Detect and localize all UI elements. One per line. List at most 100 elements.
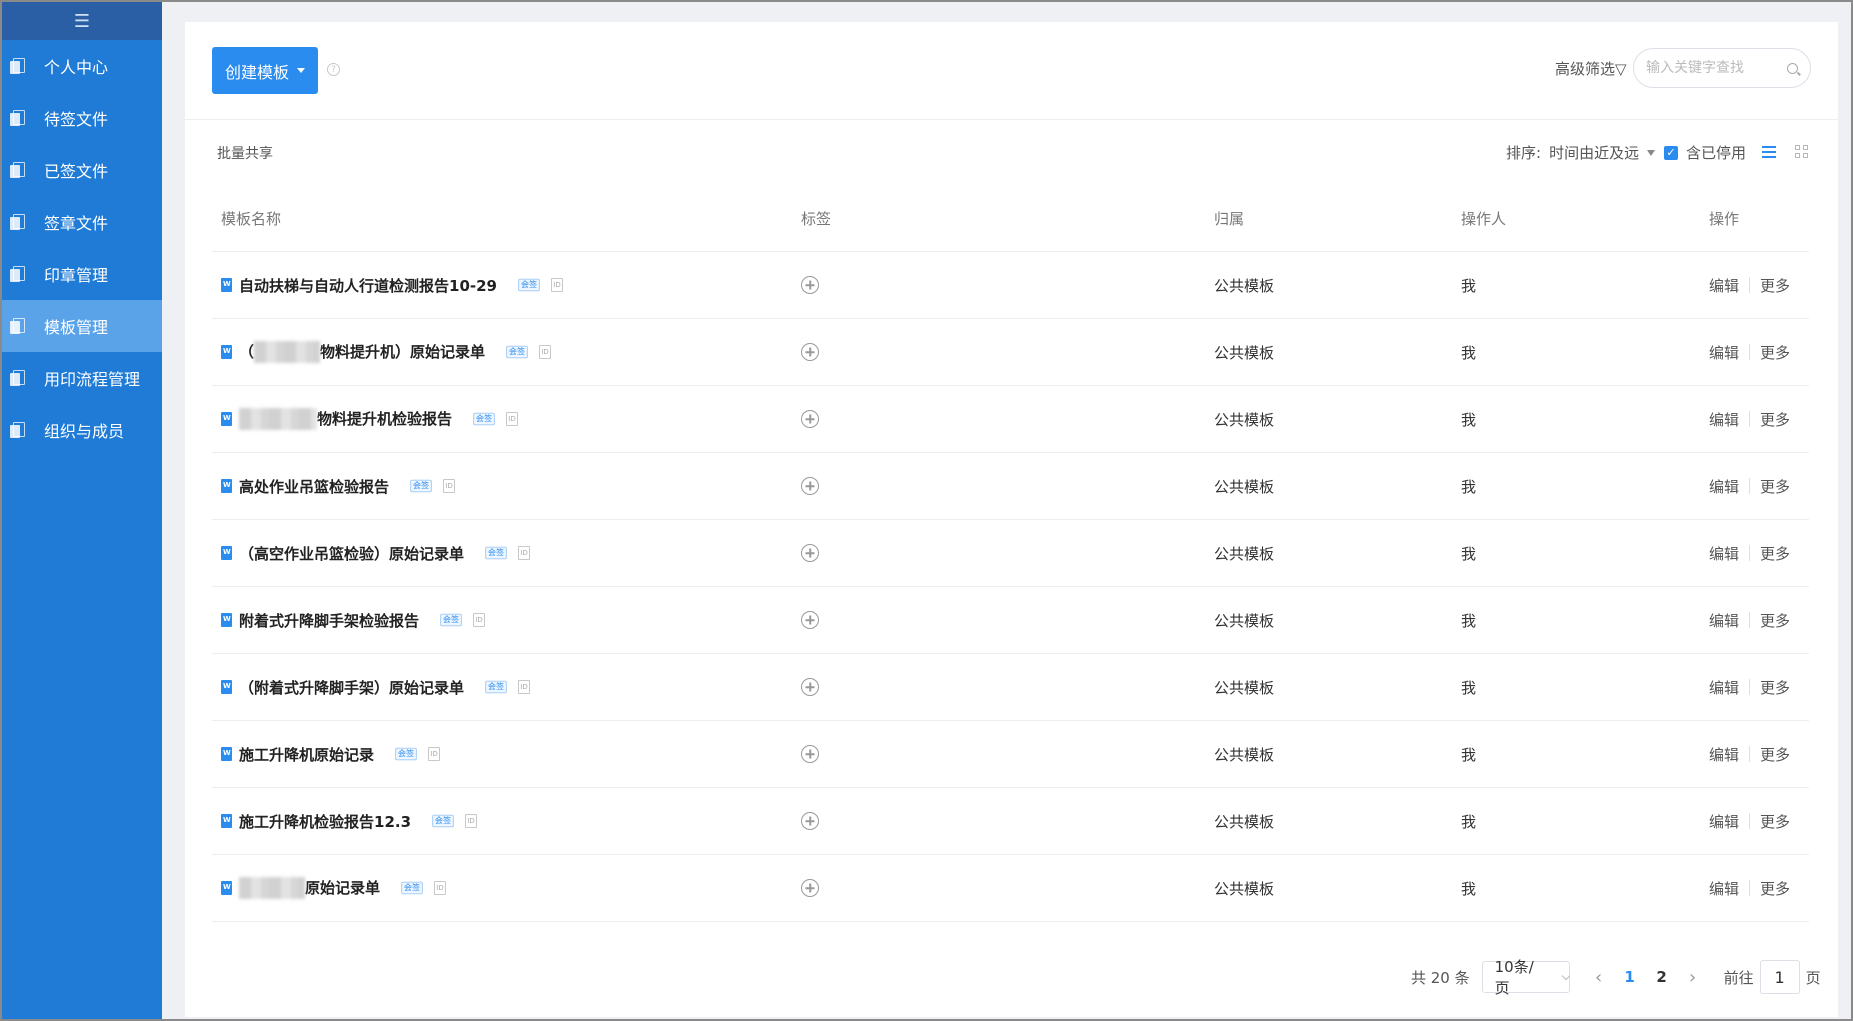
help-icon[interactable]: ? <box>327 63 340 76</box>
more-link[interactable]: 更多 <box>1760 878 1790 899</box>
template-name[interactable]: （高空作业吊篮检验）原始记录单 <box>239 543 464 564</box>
sidebar-item-seal-workflow[interactable]: 用印流程管理 <box>2 352 162 404</box>
template-name[interactable]: 物料提升机检验报告 <box>239 408 452 431</box>
add-tag-icon[interactable] <box>801 544 819 563</box>
add-tag-icon[interactable] <box>801 410 819 429</box>
goto-page-input[interactable] <box>1759 960 1800 994</box>
more-link[interactable]: 更多 <box>1760 610 1790 631</box>
add-tag-icon[interactable] <box>801 343 819 362</box>
create-template-button[interactable]: 创建模板 <box>212 47 318 94</box>
more-link[interactable]: 更多 <box>1760 811 1790 832</box>
batch-share-button[interactable]: 批量共享 <box>217 143 273 163</box>
sidebar-item-pending-files[interactable]: 待签文件 <box>2 92 162 144</box>
table-row[interactable]: 高处作业吊篮检验报告 会签 ID 公共模板 我 编辑 更多 <box>212 453 1809 520</box>
pagination: 共 20 条 10条/页 ‹ 1 2 › 前往 页 <box>1411 958 1821 997</box>
include-disabled-checkbox[interactable]: ✓ 含已停用 <box>1664 142 1746 163</box>
template-name[interactable]: （附着式升降脚手架）原始记录单 <box>239 677 464 698</box>
table-row[interactable]: （ 物料提升机）原始记录单 会签 ID 公共模板 我 编辑 更多 <box>212 319 1809 386</box>
list-view-icon[interactable] <box>1762 146 1776 158</box>
edit-link[interactable]: 编辑 <box>1709 878 1739 899</box>
edit-link[interactable]: 编辑 <box>1709 744 1739 765</box>
sidebar-item-seal-management[interactable]: 印章管理 <box>2 248 162 300</box>
redacted-text <box>254 341 321 364</box>
owner-cell: 公共模板 <box>1214 544 1275 563</box>
menu-toggle-button[interactable]: ☰ <box>2 2 162 40</box>
template-name[interactable]: 施工升降机原始记录 <box>239 744 374 765</box>
edit-link[interactable]: 编辑 <box>1709 476 1739 497</box>
page-number-2[interactable]: 2 <box>1646 968 1678 986</box>
search-icon[interactable] <box>1787 62 1798 74</box>
next-page-button[interactable]: › <box>1678 962 1708 992</box>
edit-link[interactable]: 编辑 <box>1709 811 1739 832</box>
table-row[interactable]: 附着式升降脚手架检验报告 会签 ID 公共模板 我 编辑 更多 <box>212 587 1809 654</box>
table-row[interactable]: 物料提升机检验报告 会签 ID 公共模板 我 编辑 更多 <box>212 386 1809 453</box>
template-name[interactable]: 自动扶梯与自动人行道检测报告10-29 <box>239 275 497 296</box>
owner-cell: 公共模板 <box>1214 410 1275 429</box>
list-controls: 批量共享 排序: 时间由近及远 ✓ 含已停用 <box>185 120 1838 186</box>
sidebar-item-label: 模板管理 <box>44 318 109 337</box>
total-count: 共 20 条 <box>1411 968 1470 987</box>
word-file-icon <box>221 479 232 493</box>
divider <box>1749 612 1751 628</box>
template-name[interactable]: 原始记录单 <box>239 877 380 900</box>
sort-select[interactable]: 排序: 时间由近及远 <box>1506 142 1656 163</box>
id-badge-icon: ID <box>551 278 563 292</box>
edit-link[interactable]: 编辑 <box>1709 610 1739 631</box>
operator-cell: 我 <box>1461 611 1477 630</box>
prev-page-button[interactable]: ‹ <box>1584 962 1614 992</box>
id-badge-icon: ID <box>506 412 519 426</box>
sidebar-item-template-management[interactable]: 模板管理 <box>2 300 162 352</box>
page-number-1[interactable]: 1 <box>1614 968 1646 986</box>
edit-link[interactable]: 编辑 <box>1709 543 1739 564</box>
template-name[interactable]: 附着式升降脚手架检验报告 <box>239 610 419 631</box>
template-name[interactable]: （ 物料提升机）原始记录单 <box>239 341 485 364</box>
table-row[interactable]: （附着式升降脚手架）原始记录单 会签 ID 公共模板 我 编辑 更多 <box>212 654 1809 721</box>
grid-view-icon[interactable] <box>1795 145 1808 158</box>
advanced-filter-link[interactable]: 高级筛选▽ <box>1555 58 1627 79</box>
countersign-badge: 会签 <box>485 680 507 694</box>
edit-link[interactable]: 编辑 <box>1709 409 1739 430</box>
sidebar-item-org-members[interactable]: 组织与成员 <box>2 404 162 456</box>
owner-cell: 公共模板 <box>1214 678 1275 697</box>
countersign-badge: 会签 <box>473 412 495 426</box>
more-link[interactable]: 更多 <box>1760 342 1790 363</box>
table-row[interactable]: （高空作业吊篮检验）原始记录单 会签 ID 公共模板 我 编辑 更多 <box>212 520 1809 587</box>
more-link[interactable]: 更多 <box>1760 409 1790 430</box>
word-file-icon <box>221 680 232 694</box>
template-name[interactable]: 施工升降机检验报告12.3 <box>239 811 411 832</box>
more-link[interactable]: 更多 <box>1760 677 1790 698</box>
add-tag-icon[interactable] <box>801 745 819 764</box>
countersign-badge: 会签 <box>485 546 507 560</box>
add-tag-icon[interactable] <box>801 276 819 295</box>
operator-cell: 我 <box>1461 544 1477 563</box>
more-link[interactable]: 更多 <box>1760 543 1790 564</box>
table-row[interactable]: 原始记录单 会签 ID 公共模板 我 编辑 更多 <box>212 855 1809 922</box>
sidebar-item-signed-files[interactable]: 已签文件 <box>2 144 162 196</box>
template-name[interactable]: 高处作业吊篮检验报告 <box>239 476 389 497</box>
add-tag-icon[interactable] <box>801 812 819 831</box>
document-icon <box>10 162 25 178</box>
sidebar-item-label: 用印流程管理 <box>44 370 141 389</box>
more-link[interactable]: 更多 <box>1760 476 1790 497</box>
sidebar-item-stamp-files[interactable]: 签章文件 <box>2 196 162 248</box>
edit-link[interactable]: 编辑 <box>1709 342 1739 363</box>
more-link[interactable]: 更多 <box>1760 275 1790 296</box>
add-tag-icon[interactable] <box>801 611 819 630</box>
operator-cell: 我 <box>1461 745 1477 764</box>
search-input[interactable] <box>1646 60 1786 76</box>
document-icon <box>10 318 25 334</box>
add-tag-icon[interactable] <box>801 678 819 697</box>
edit-link[interactable]: 编辑 <box>1709 677 1739 698</box>
template-name-suffix: 原始记录单 <box>305 878 381 897</box>
add-tag-icon[interactable] <box>801 477 819 496</box>
owner-cell: 公共模板 <box>1214 745 1275 764</box>
edit-link[interactable]: 编辑 <box>1709 275 1739 296</box>
table-row[interactable]: 施工升降机原始记录 会签 ID 公共模板 我 编辑 更多 <box>212 721 1809 788</box>
more-link[interactable]: 更多 <box>1760 744 1790 765</box>
sidebar-item-personal-center[interactable]: 个人中心 <box>2 40 162 92</box>
add-tag-icon[interactable] <box>801 879 819 898</box>
table-row[interactable]: 施工升降机检验报告12.3 会签 ID 公共模板 我 编辑 更多 <box>212 788 1809 855</box>
word-file-icon <box>221 278 232 292</box>
table-row[interactable]: 自动扶梯与自动人行道检测报告10-29 会签 ID 公共模板 我 编辑 更多 <box>212 252 1809 319</box>
page-size-select[interactable]: 10条/页 <box>1481 958 1570 997</box>
